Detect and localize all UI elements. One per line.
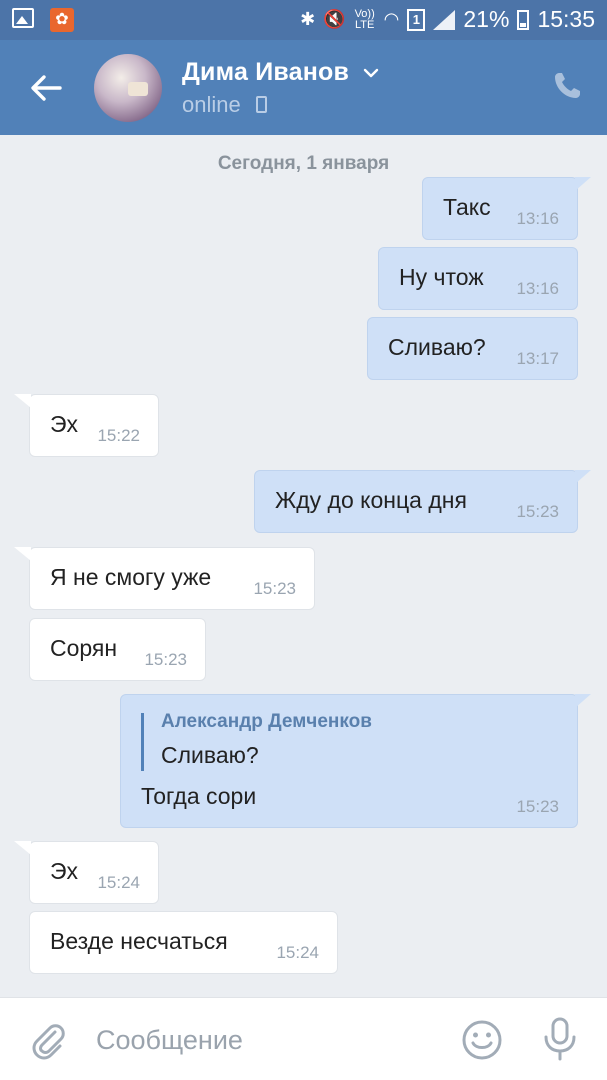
chat-header: Дима Иванов online [0, 40, 607, 135]
message-time: 15:23 [144, 650, 187, 669]
incoming-message[interactable]: Я не смогу уже 15:23 [14, 547, 315, 610]
message-text: Эх [50, 858, 79, 884]
clock: 15:35 [537, 6, 595, 32]
contact-name[interactable]: Дима Иванов [182, 58, 349, 87]
message-composer [0, 997, 607, 1080]
message-list[interactable]: Сегодня, 1 января Такс 13:16 Ну чтож 13:… [0, 135, 607, 997]
message-time: 15:24 [276, 943, 319, 962]
message-text: Сливаю? [388, 334, 486, 360]
message-text: Такс [443, 194, 491, 220]
paperclip-icon[interactable] [28, 1020, 68, 1060]
message-time: 13:17 [516, 349, 559, 368]
message-input[interactable] [96, 1022, 436, 1058]
message-time: 13:16 [516, 279, 559, 298]
mute-icon: 🔇 [323, 9, 346, 29]
contact-avatar[interactable] [94, 54, 162, 122]
outgoing-reply-message[interactable]: Александр Демченков Сливаю? Тогда сори 1… [120, 694, 591, 828]
mobile-device-icon [256, 96, 267, 113]
reply-quote-bar [141, 713, 144, 771]
contact-online-status: online [182, 92, 241, 117]
message-time: 15:24 [97, 873, 140, 892]
back-arrow-icon[interactable] [24, 66, 68, 110]
message-time: 15:23 [516, 797, 559, 816]
reply-author[interactable]: Александр Демченков [161, 711, 372, 733]
outgoing-message[interactable]: Жду до конца дня 15:23 [254, 470, 591, 533]
incoming-message[interactable]: Эх 15:24 [14, 841, 159, 904]
volte-icon: Vo)) LTE [354, 7, 375, 31]
battery-percent: 21% [463, 6, 510, 32]
message-time: 15:22 [97, 426, 140, 445]
gallery-notification-icon [12, 8, 34, 28]
outgoing-message[interactable]: Ну чтож 13:16 [378, 247, 578, 310]
incoming-message[interactable]: Сорян 15:23 [29, 618, 206, 681]
signal-strength-icon [433, 9, 456, 30]
reply-quoted-text[interactable]: Сливаю? [161, 742, 259, 769]
status-bar: ✿ ✱ 🔇 Vo)) LTE ◠ 1 21% 15:35 [0, 0, 607, 40]
microphone-icon[interactable] [540, 1016, 580, 1062]
app-notification-icon: ✿ [50, 8, 74, 32]
sim-slot-badge: 1 [407, 8, 426, 31]
outgoing-message[interactable]: Такс 13:16 [422, 177, 591, 240]
message-time: 13:16 [516, 209, 559, 228]
phone-call-icon[interactable] [551, 70, 583, 102]
message-text: Везде несчаться [50, 928, 228, 954]
incoming-message[interactable]: Везде несчаться 15:24 [29, 911, 338, 974]
outgoing-message[interactable]: Сливаю? 13:17 [367, 317, 578, 380]
wifi-icon: ◠ [383, 9, 400, 29]
date-separator: Сегодня, 1 января [217, 153, 390, 174]
message-text: Сорян [50, 635, 118, 661]
emoji-smile-icon[interactable] [460, 1018, 504, 1062]
message-time: 15:23 [516, 502, 559, 521]
message-text: Жду до конца дня [275, 487, 467, 513]
message-text: Тогда сори [141, 783, 257, 809]
chevron-down-icon[interactable] [362, 64, 380, 82]
bluetooth-icon: ✱ [300, 9, 316, 29]
message-time: 15:23 [253, 579, 296, 598]
message-text: Ну чтож [399, 264, 484, 290]
message-text: Эх [50, 411, 79, 437]
incoming-message[interactable]: Эх 15:22 [14, 394, 159, 457]
message-text: Я не смогу уже [50, 564, 212, 590]
battery-icon [517, 9, 530, 30]
